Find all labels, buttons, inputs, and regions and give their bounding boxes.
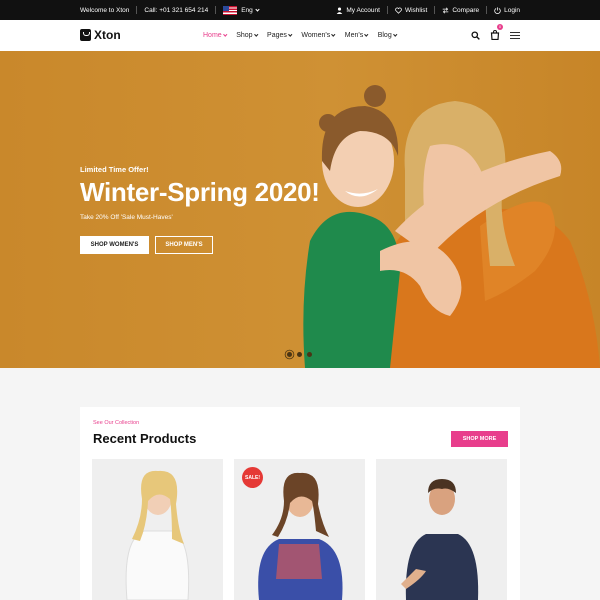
slider-dot-1[interactable] <box>287 352 292 357</box>
login-label: Login <box>504 6 520 14</box>
product-card[interactable] <box>92 459 223 600</box>
nav-item-shop[interactable]: Shop <box>236 32 258 39</box>
divider <box>136 6 138 14</box>
top-bar: Welcome to Xton Call: +01 321 654 214 En… <box>0 0 600 20</box>
nav-label: Men's <box>344 32 364 39</box>
cart-count-badge: 0 <box>497 23 503 30</box>
chevron-down-icon <box>288 32 292 37</box>
slider-dots <box>287 352 312 357</box>
my-account-link[interactable]: My Account <box>336 7 380 14</box>
us-flag-icon <box>223 5 238 15</box>
slider-dot-3[interactable] <box>307 352 312 357</box>
wishlist-label: Wishlist <box>404 6 428 14</box>
search-icon[interactable] <box>471 31 480 40</box>
login-icon <box>494 6 501 14</box>
language-label: Eng <box>241 6 253 14</box>
chevron-down-icon <box>255 6 260 12</box>
chevron-down-icon <box>393 32 397 37</box>
shop-womens-button[interactable]: SHOP WOMEN'S <box>80 236 149 254</box>
shopping-bag-icon <box>490 29 500 40</box>
wishlist-link[interactable]: Wishlist <box>395 7 427 14</box>
phone-link[interactable]: Call: +01 321 654 214 <box>144 7 208 14</box>
login-link[interactable]: Login <box>494 7 520 14</box>
product-image <box>376 459 507 600</box>
compare-label: Compare <box>452 6 480 14</box>
hero-slider: Limited Time Offer! Winter-Spring 2020! … <box>0 51 600 368</box>
header-actions: 0 <box>471 20 520 51</box>
section-title: Recent Products <box>93 431 197 446</box>
nav-label: Home <box>203 32 222 39</box>
main-nav: Home Shop Pages Women's Men's Blog <box>203 20 397 51</box>
divider <box>215 6 217 14</box>
nav-label: Women's <box>301 32 331 39</box>
hero-subtitle: Take 20% Off 'Sale Must-Haves' <box>80 214 173 221</box>
chevron-down-icon <box>364 32 369 37</box>
hero-kicker: Limited Time Offer! <box>80 165 149 174</box>
recent-products-section: See Our Collection Recent Products SHOP … <box>80 407 520 600</box>
menu-icon[interactable] <box>510 32 520 39</box>
nav-item-blog[interactable]: Blog <box>378 32 397 39</box>
slider-dot-2[interactable] <box>297 352 302 357</box>
sale-badge: SALE! <box>242 467 263 488</box>
heart-icon <box>395 7 402 14</box>
chevron-down-icon <box>331 32 336 37</box>
nav-label: Blog <box>377 32 392 39</box>
compare-link[interactable]: Compare <box>442 7 479 14</box>
nav-item-pages[interactable]: Pages <box>267 32 292 39</box>
divider <box>486 6 488 14</box>
product-card[interactable]: SALE! <box>234 459 365 600</box>
nav-label: Pages <box>267 32 287 39</box>
hero-image <box>303 85 600 368</box>
compare-icon <box>443 6 449 14</box>
my-account-label: My Account <box>346 6 380 14</box>
user-icon <box>337 7 343 14</box>
language-selector[interactable]: Eng <box>223 5 260 15</box>
divider <box>434 6 436 14</box>
hero-title: Winter-Spring 2020! <box>80 177 320 207</box>
nav-item-mens[interactable]: Men's <box>344 32 369 39</box>
shopping-bag-logo-icon <box>80 29 91 41</box>
main-header: Xton Home Shop Pages Women's Men's Blog … <box>0 20 600 51</box>
nav-item-womens[interactable]: Women's <box>301 32 336 39</box>
nav-item-home[interactable]: Home <box>203 32 227 39</box>
shop-more-button[interactable]: SHOP MORE <box>451 431 508 447</box>
product-image <box>92 459 223 600</box>
logo-text: Xton <box>94 28 121 42</box>
welcome-text: Welcome to Xton <box>80 6 130 14</box>
section-kicker: See Our Collection <box>93 420 140 426</box>
chevron-down-icon <box>254 32 258 37</box>
chevron-down-icon <box>223 32 227 37</box>
nav-label: Shop <box>236 32 253 39</box>
shop-mens-button[interactable]: SHOP MEN'S <box>155 236 213 254</box>
divider <box>386 6 388 14</box>
cart-button[interactable]: 0 <box>490 23 503 45</box>
product-card[interactable] <box>376 459 507 600</box>
logo[interactable]: Xton <box>80 28 121 42</box>
